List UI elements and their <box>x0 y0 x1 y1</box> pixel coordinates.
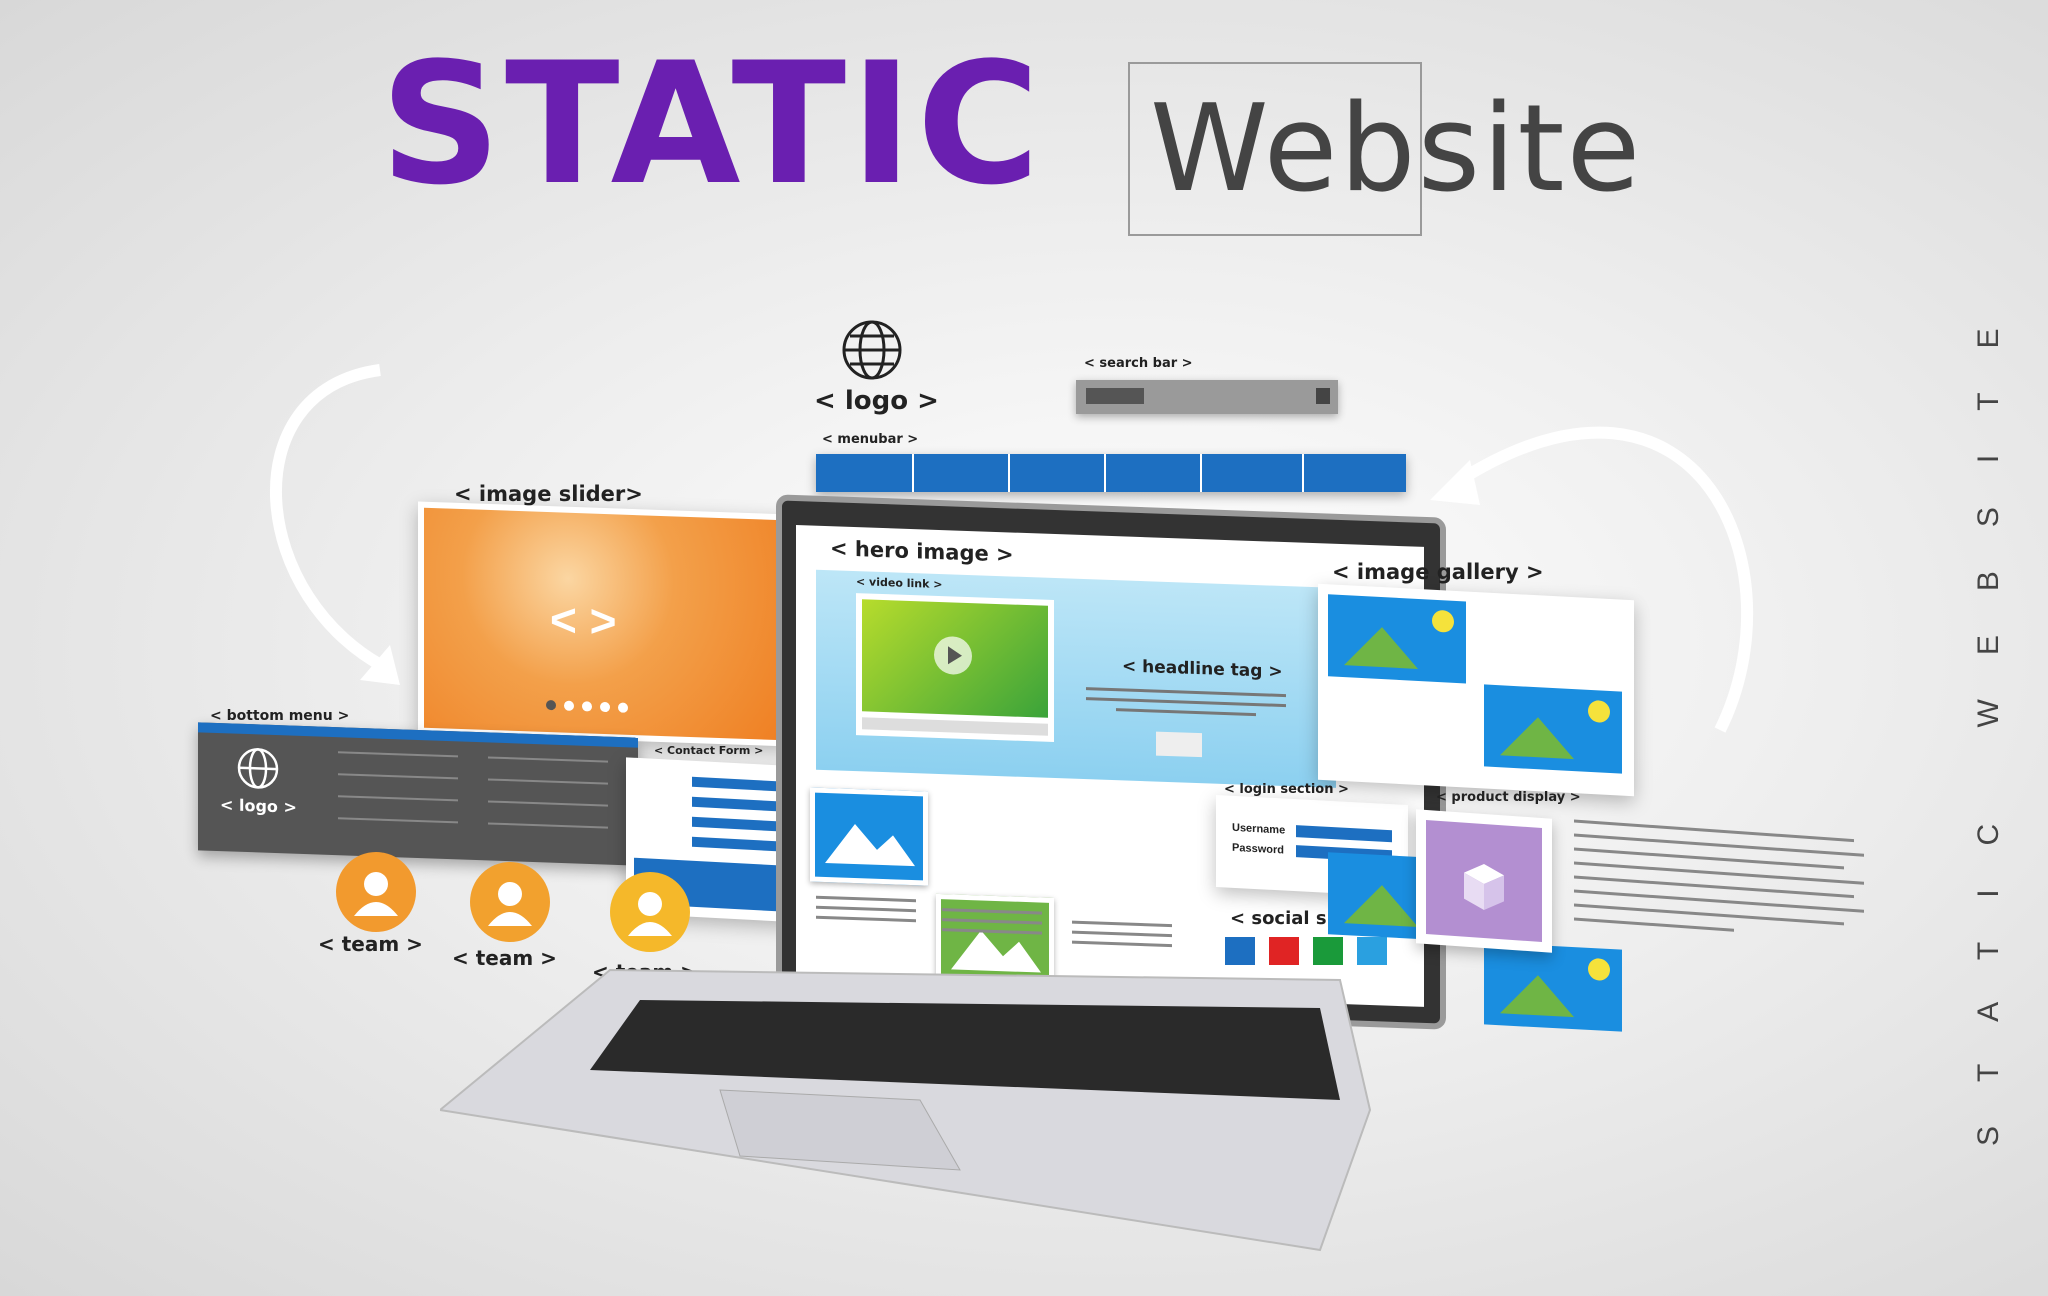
login-section-tag: < login section > <box>1224 782 1349 797</box>
user-icon <box>488 882 532 926</box>
product-description-lines <box>1574 819 1874 991</box>
play-icon[interactable] <box>934 635 972 676</box>
menubar <box>816 454 1406 492</box>
search-bar-tag: < search bar > <box>1084 356 1193 371</box>
video-link-tag: < video link > <box>856 575 943 592</box>
menubar-tag: < menubar > <box>822 432 919 447</box>
image-icon <box>810 787 928 886</box>
laptop-base <box>440 968 1372 1252</box>
title-website: Website <box>1150 80 1643 219</box>
username-label: Username <box>1232 821 1286 837</box>
search-icon <box>1316 388 1330 404</box>
hero-image-tag: < hero image > <box>830 536 1014 567</box>
logo-tag: < logo > <box>814 386 939 416</box>
search-bar <box>1076 380 1338 414</box>
contact-form-tag: < Contact Form > <box>654 744 764 757</box>
password-label: Password <box>1232 841 1284 857</box>
image-slider: < > <box>418 501 790 747</box>
headline-button[interactable] <box>1156 731 1202 758</box>
product-image <box>1426 819 1542 943</box>
title-static: STATIC <box>380 26 1044 222</box>
image-slider-tag: < image slider> <box>454 482 643 506</box>
side-vertical-text: STATIC WEBSITE <box>1972 284 2005 1146</box>
bottom-menu-tag: < bottom menu > <box>210 708 350 724</box>
image-icon <box>1484 684 1622 774</box>
headline-tag: < headline tag > <box>1122 656 1283 682</box>
team-avatar-3 <box>610 872 690 952</box>
user-icon <box>354 872 398 916</box>
image-gallery <box>1318 583 1634 1032</box>
bottom-globe-icon <box>237 748 279 789</box>
team-avatar-2 <box>470 862 550 942</box>
slider-arrows-icon: < > <box>550 593 617 648</box>
team-avatar-1 <box>336 852 416 932</box>
image-icon <box>1328 594 1466 684</box>
globe-icon <box>842 320 902 380</box>
search-button <box>1086 388 1144 404</box>
username-field[interactable] <box>1296 825 1392 843</box>
product-display-tag: < product display > <box>1436 790 1581 805</box>
image-gallery-tag: < image gallery > <box>1332 560 1544 584</box>
video-controls[interactable] <box>862 717 1048 736</box>
curved-arrow-left-icon <box>269 364 400 685</box>
user-icon <box>628 892 672 936</box>
product-display <box>1416 809 1552 953</box>
video-player[interactable] <box>856 593 1054 743</box>
box-icon <box>1464 864 1504 911</box>
team-tag-1: < team > <box>318 932 423 956</box>
bottom-logo-tag: < logo > <box>220 795 297 817</box>
bottom-menu: < logo > <box>198 722 638 866</box>
hero-image: < video link > < headline tag > <box>816 569 1336 788</box>
